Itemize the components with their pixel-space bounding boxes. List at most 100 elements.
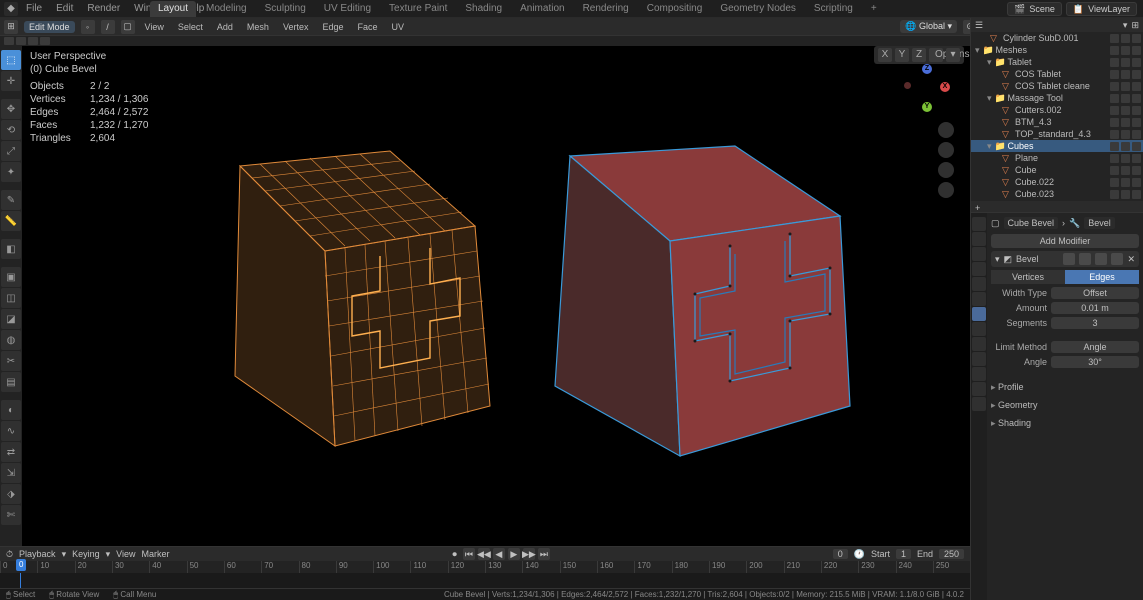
tab-uv-editing[interactable]: UV Editing: [316, 1, 379, 17]
chevron-down-icon[interactable]: ▾: [995, 254, 1000, 265]
play-reverse-icon[interactable]: ◀: [493, 548, 505, 560]
tab-rendering[interactable]: Rendering: [575, 1, 637, 17]
gizmo-neg-x[interactable]: [904, 82, 911, 89]
tab-modeling[interactable]: Modeling: [198, 1, 255, 17]
tab-add[interactable]: +: [863, 1, 885, 17]
options-dropdown[interactable]: Options: [929, 48, 943, 62]
profile-panel[interactable]: Profile: [991, 380, 1139, 395]
menu-face[interactable]: Face: [353, 22, 381, 32]
outliner-row[interactable]: ▽Plane: [971, 152, 1143, 164]
outliner-row[interactable]: ▽Cube.023: [971, 188, 1143, 200]
prop-tab-data[interactable]: [972, 367, 986, 381]
prop-tab-scene[interactable]: [972, 262, 986, 276]
mod-extra-icon[interactable]: [1111, 253, 1123, 265]
prop-tab-render[interactable]: [972, 217, 986, 231]
prop-tab-modifier[interactable]: [972, 307, 986, 321]
tool-annotate[interactable]: ✎: [1, 190, 21, 210]
outliner-row[interactable]: ▽Cutters.002: [971, 104, 1143, 116]
tool-setting-icon[interactable]: [16, 37, 26, 45]
start-frame-field[interactable]: 1: [896, 549, 911, 559]
filter-icon[interactable]: ▾: [1123, 20, 1128, 31]
3d-viewport[interactable]: ⬚ ✛ ✥ ⟲ ⤢ ✦ ✎ 📏 ◧ ▣ ◫ ◪ ◍ ✂ ▤ ◐ ∿ ⇄ ⇲ ⬗ …: [0, 46, 970, 546]
menu-add[interactable]: Add: [213, 22, 237, 32]
tool-inset[interactable]: ◫: [1, 288, 21, 308]
menu-mesh[interactable]: Mesh: [243, 22, 273, 32]
editor-type-icon[interactable]: ⊞: [4, 20, 18, 34]
orientation-dropdown[interactable]: 🌐 Global ▾: [900, 20, 957, 33]
tool-spin[interactable]: ◐: [1, 400, 21, 420]
tab-geometry-nodes[interactable]: Geometry Nodes: [712, 1, 804, 17]
prop-tab-material[interactable]: [972, 382, 986, 396]
menu-view[interactable]: View: [141, 22, 168, 32]
tool-select-box[interactable]: ⬚: [1, 50, 21, 70]
tool-rip[interactable]: ✄: [1, 505, 21, 525]
tab-shading[interactable]: Shading: [457, 1, 510, 17]
tab-layout[interactable]: Layout: [150, 1, 196, 17]
amount-field[interactable]: 0.01 m: [1051, 302, 1139, 314]
gizmo-x-axis[interactable]: X: [940, 82, 950, 92]
outliner-row[interactable]: ▽TOP_standard_4.3: [971, 128, 1143, 140]
keyframe-next-icon[interactable]: ▶▶: [523, 548, 535, 560]
nav-gizmo[interactable]: Z X Y: [904, 64, 954, 114]
prop-tab-output[interactable]: [972, 232, 986, 246]
affect-edges[interactable]: Edges: [1065, 270, 1139, 284]
outliner-row[interactable]: ▾📁Meshes: [971, 44, 1143, 56]
clock-icon[interactable]: 🕐: [854, 549, 865, 560]
menu-file[interactable]: File: [20, 3, 48, 14]
outliner-row[interactable]: ▽COS Tablet: [971, 68, 1143, 80]
timeline-track[interactable]: [0, 573, 970, 589]
tool-loopcut[interactable]: ◍: [1, 330, 21, 350]
pan-icon[interactable]: [938, 142, 954, 158]
keyframe-prev-icon[interactable]: ◀◀: [478, 548, 490, 560]
blender-logo-icon[interactable]: ◆: [4, 2, 18, 16]
current-frame-field[interactable]: 0: [833, 549, 848, 559]
menu-uv[interactable]: UV: [388, 22, 409, 32]
tl-menu-view[interactable]: View: [116, 549, 135, 559]
geometry-panel[interactable]: Geometry: [991, 398, 1139, 413]
play-icon[interactable]: ▶: [508, 548, 520, 560]
tool-setting-icon[interactable]: [4, 37, 14, 45]
limit-method-dropdown[interactable]: Angle: [1051, 341, 1139, 353]
tool-move[interactable]: ✥: [1, 99, 21, 119]
modifier-header[interactable]: ▾ ◩ Bevel ✕: [991, 251, 1139, 267]
mirror-x[interactable]: X: [878, 48, 892, 62]
mode-dropdown[interactable]: Edit Mode: [24, 21, 75, 33]
tool-scale[interactable]: ⤢: [1, 141, 21, 161]
tool-shear[interactable]: ⬗: [1, 484, 21, 504]
tool-measure[interactable]: 📏: [1, 211, 21, 231]
playhead-line[interactable]: [20, 573, 21, 589]
add-modifier-button[interactable]: Add Modifier: [991, 234, 1139, 248]
tool-transform[interactable]: ✦: [1, 162, 21, 182]
tool-cursor[interactable]: ✛: [1, 71, 21, 91]
tool-setting-icon[interactable]: [40, 37, 50, 45]
outliner-row[interactable]: ▽BTM_4.3: [971, 116, 1143, 128]
perspective-icon[interactable]: [938, 182, 954, 198]
tl-menu-keying[interactable]: Keying: [72, 549, 100, 559]
breadcrumb-modifier[interactable]: Bevel: [1084, 217, 1115, 229]
mirror-y[interactable]: Y: [895, 48, 909, 62]
playhead[interactable]: 0: [16, 559, 26, 571]
mod-render-icon[interactable]: [1095, 253, 1107, 265]
mirror-z[interactable]: Z: [912, 48, 926, 62]
face-select-icon[interactable]: ▢: [121, 20, 135, 34]
tool-rotate[interactable]: ⟲: [1, 120, 21, 140]
prop-tab-physics[interactable]: [972, 337, 986, 351]
width-type-dropdown[interactable]: Offset: [1051, 287, 1139, 299]
tl-menu-playback[interactable]: Playback: [19, 549, 56, 559]
tool-knife[interactable]: ✂: [1, 351, 21, 371]
prop-tab-constraint[interactable]: [972, 352, 986, 366]
timeline-ruler[interactable]: 0 01020304050607080901001101201301401501…: [0, 561, 970, 573]
tool-add-cube[interactable]: ◧: [1, 239, 21, 259]
menu-vertex[interactable]: Vertex: [279, 22, 313, 32]
menu-edge[interactable]: Edge: [318, 22, 347, 32]
outliner-row[interactable]: ▽COS Tablet cleane: [971, 80, 1143, 92]
outliner-row[interactable]: ▽Cylinder SubD.001: [971, 32, 1143, 44]
angle-field[interactable]: 30°: [1051, 356, 1139, 368]
outliner-row[interactable]: ▽Cube.022: [971, 176, 1143, 188]
menu-render[interactable]: Render: [81, 3, 126, 14]
gizmo-y-axis[interactable]: Y: [922, 102, 932, 112]
modifier-name[interactable]: Bevel: [1016, 254, 1059, 264]
jump-end-icon[interactable]: ⏭: [538, 548, 550, 560]
mod-realtime-icon[interactable]: [1079, 253, 1091, 265]
scene-field[interactable]: 🎬 Scene: [1007, 2, 1062, 16]
